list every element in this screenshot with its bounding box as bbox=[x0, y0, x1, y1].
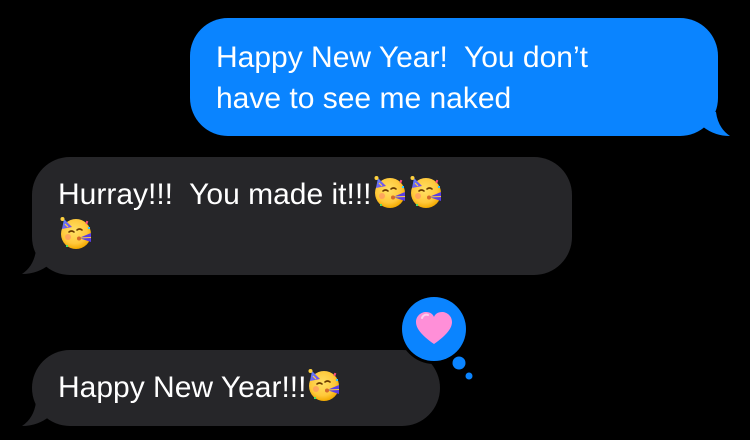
partying-face-emoji bbox=[408, 174, 444, 210]
partying-face-emoji bbox=[306, 367, 342, 403]
message-line: Hurray!!! You made it!!! bbox=[58, 174, 552, 215]
message-line: Happy New Year!!! bbox=[58, 367, 420, 408]
received-message-bubble[interactable]: Happy New Year!!! bbox=[32, 350, 440, 426]
bubble-tail bbox=[22, 250, 50, 274]
message-text: Happy New Year!!! bbox=[58, 371, 307, 404]
partying-face-emoji bbox=[58, 215, 94, 251]
sent-message-bubble[interactable]: Happy New Year! You don’t have to see me… bbox=[190, 18, 718, 136]
heart-tapback-icon[interactable] bbox=[399, 294, 479, 384]
partying-face-emoji bbox=[372, 174, 408, 210]
message-line: Happy New Year! You don’t bbox=[216, 41, 588, 74]
message-text: Hurray!!! You made it!!! bbox=[58, 178, 372, 211]
message-line: have to see me naked bbox=[216, 82, 512, 115]
message-line bbox=[58, 215, 552, 256]
received-message-bubble[interactable]: Hurray!!! You made it!!! bbox=[32, 157, 572, 275]
bubble-tail bbox=[702, 112, 730, 136]
bubble-tail bbox=[22, 402, 50, 426]
